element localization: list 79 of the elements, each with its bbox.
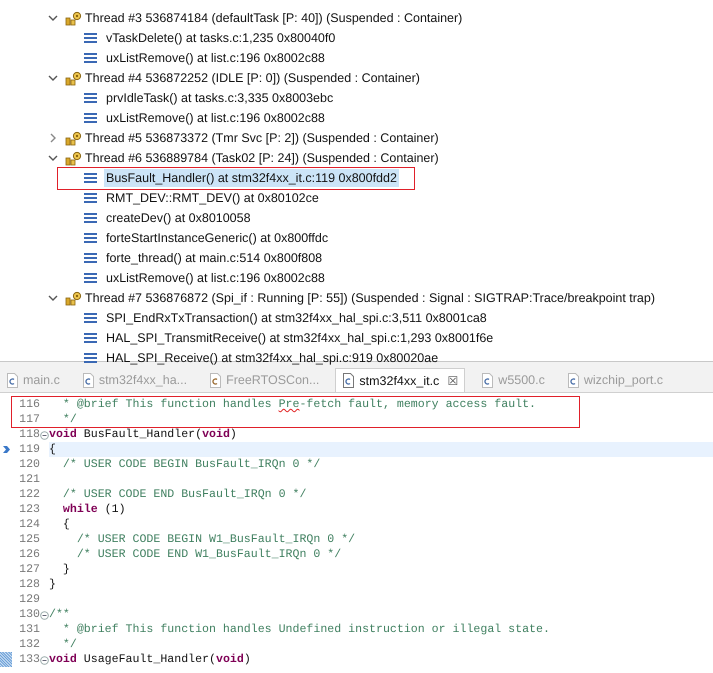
stack-frame-label[interactable]: uxListRemove() at list.c:196 0x8002c88	[104, 269, 327, 287]
chevron-down-icon[interactable]	[48, 74, 58, 82]
stack-frame-label[interactable]: uxListRemove() at list.c:196 0x8002c88	[104, 109, 327, 127]
code-line: /* USER CODE END W1_BusFault_IRQn 0 */	[76, 547, 342, 562]
stack-frame-label[interactable]: forteStartInstanceGeneric() at 0x800ffdc	[104, 229, 330, 247]
stack-frame-icon	[84, 312, 97, 324]
thread-label[interactable]: Thread #4 536872252 (IDLE [P: 0]) (Suspended : Container)	[83, 69, 422, 87]
close-tab-button[interactable]: ☒	[447, 374, 458, 388]
stack-frame-icon	[84, 112, 97, 124]
stack-frame-label[interactable]: HAL_SPI_TransmitReceive() at stm32f4xx_hal_spi.c:1,293 0x8001f6e	[104, 329, 496, 347]
code-line: /* USER CODE END BusFault_IRQn 0 */	[62, 487, 308, 502]
line-number: 122	[18, 487, 41, 502]
stack-frame-label[interactable]: HAL_SPI_Receive() at stm32f4xx_hal_spi.c:919 0x80020ae	[104, 349, 440, 367]
stack-frame-icon	[84, 212, 97, 224]
thread-icon	[65, 290, 82, 306]
code-line: void BusFault_Handler(void)	[49, 427, 238, 442]
stack-frame-icon	[84, 192, 97, 204]
file-icon	[209, 372, 222, 388]
line-number: 125	[18, 532, 41, 547]
chevron-right-icon[interactable]	[50, 133, 56, 143]
thread-label[interactable]: Thread #6 536889784 (Task02 [P: 24]) (Suspended : Container)	[83, 149, 441, 167]
code-line: }	[62, 562, 71, 577]
line-number: 124	[18, 517, 41, 532]
line-number: 121	[18, 472, 41, 487]
line-number: 117	[18, 412, 41, 427]
stack-frame-icon	[84, 92, 97, 104]
file-icon	[566, 372, 580, 388]
code-line: */	[62, 637, 78, 652]
thread-label[interactable]: Thread #7 536876872 (Spi_if : Running [P: 55]) (Suspended : Signal : SIGTRAP:Trace/breakpoint trap)	[83, 289, 658, 307]
code-line: */	[62, 412, 78, 427]
line-number: 133	[0, 652, 49, 667]
stack-frame-icon	[84, 272, 97, 284]
thread-icon	[65, 130, 82, 146]
code-line: /* USER CODE BEGIN BusFault_IRQn 0 */	[62, 457, 322, 472]
thread-icon	[65, 10, 82, 26]
stack-frame-label[interactable]: SPI_EndRxTxTransaction() at stm32f4xx_hal_spi.c:3,511 0x8001ca8	[104, 309, 489, 327]
code-line: * @brief This function handles Pre-fetch fault, memory access fault.	[62, 397, 538, 412]
stack-frame-icon	[84, 52, 97, 64]
chevron-down-icon[interactable]	[48, 14, 58, 22]
stack-frame-icon	[84, 252, 97, 264]
stack-frame-label[interactable]: prvIdleTask() at tasks.c:3,335 0x8003ebc	[104, 89, 336, 107]
stack-frame-label[interactable]: uxListRemove() at list.c:196 0x8002c88	[104, 49, 327, 67]
line-number: 129	[18, 592, 41, 607]
line-number: 132	[18, 637, 41, 652]
code-line: * @brief This function handles Undefined instruction or illegal state.	[62, 622, 551, 637]
thread-label[interactable]: Thread #5 536873372 (Tmr Svc [P: 2]) (Suspended : Container)	[83, 129, 441, 147]
file-icon	[6, 372, 19, 388]
stack-frame-icon	[84, 232, 97, 244]
file-icon	[481, 372, 494, 388]
line-number: 116	[18, 397, 41, 412]
stack-frame-icon	[84, 352, 97, 364]
stack-frame-label[interactable]: createDev() at 0x8010058	[104, 209, 253, 227]
line-number: 123	[18, 502, 41, 517]
thread-label[interactable]: Thread #3 536874184 (defaultTask [P: 40]) (Suspended : Container)	[83, 9, 464, 27]
editor-tab[interactable]: stm32f4xx_it.c ☒	[335, 368, 466, 392]
line-number: 126	[18, 547, 41, 562]
code-line: {	[62, 517, 71, 532]
file-icon	[82, 372, 95, 388]
line-number: 120	[18, 457, 41, 472]
chevron-down-icon[interactable]	[48, 154, 58, 162]
stack-frame-label[interactable]: forte_thread() at main.c:514 0x800f808	[104, 249, 324, 267]
code-line: void UsageFault_Handler(void)	[49, 652, 252, 667]
line-number: 127	[18, 562, 41, 577]
line-number: 131	[18, 622, 41, 637]
code-line: /* USER CODE BEGIN W1_BusFault_IRQn 0 */	[76, 532, 356, 547]
stack-frame-icon	[84, 332, 97, 344]
line-number: 128	[18, 577, 41, 592]
stack-frame-icon	[84, 172, 97, 184]
stack-frame-label[interactable]: RMT_DEV::RMT_DEV() at 0x80102ce	[104, 189, 321, 207]
stack-frame-label[interactable]: vTaskDelete() at tasks.c:1,235 0x80040f0	[104, 29, 338, 47]
code-line: }	[49, 577, 57, 592]
file-icon	[342, 373, 356, 388]
code-line: while (1)	[62, 502, 127, 517]
chevron-down-icon[interactable]	[48, 294, 58, 302]
stack-frame-label[interactable]: BusFault_Handler() at stm32f4xx_it.c:119 0x800fdd2	[104, 169, 399, 187]
thread-icon	[65, 150, 82, 166]
stack-frame-icon	[84, 32, 97, 44]
thread-icon	[65, 70, 82, 86]
code-line: /**	[49, 607, 71, 622]
